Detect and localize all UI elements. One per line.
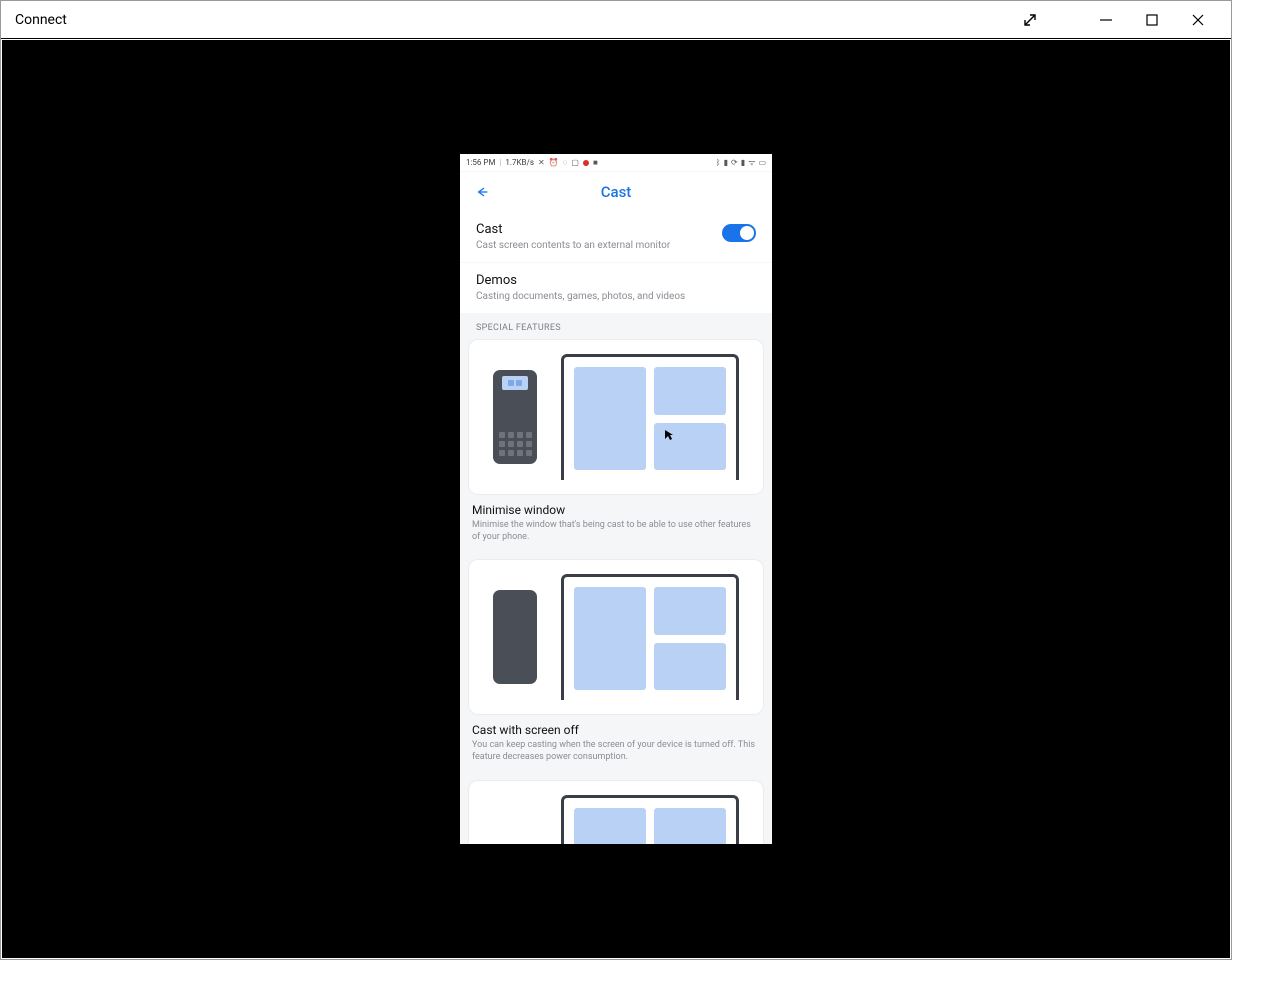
feature-card-third — [468, 780, 764, 844]
content-scroll[interactable]: Cast Cast screen contents to an external… — [460, 212, 772, 844]
expand-icon[interactable] — [1007, 2, 1053, 38]
cast-label: Cast — [476, 222, 712, 237]
alarm-icon: ⏰ — [549, 159, 559, 167]
record-icon — [583, 160, 589, 166]
feature-caption-minimise[interactable]: Minimise window Minimise the window that… — [460, 495, 772, 555]
mute-icon: ✕ — [538, 159, 545, 167]
battery-icon: ▭ — [758, 159, 766, 167]
demos-label: Demos — [476, 273, 746, 288]
wifi-icon: ᯤ — [748, 159, 755, 167]
minimise-desc: Minimise the window that's being cast to… — [472, 519, 760, 543]
titlebar[interactable]: Connect — [1, 1, 1231, 39]
feature-card-screen-off — [468, 559, 764, 715]
signal1-icon: ▮ — [724, 159, 728, 167]
page-title: Cast — [460, 183, 772, 201]
illus-phone-blank — [493, 590, 537, 684]
screen-off-desc: You can keep casting when the screen of … — [472, 739, 760, 763]
close-icon[interactable] — [1175, 2, 1221, 38]
window-title: Connect — [15, 12, 67, 28]
signal2-icon: ▮ — [741, 159, 745, 167]
illus-monitor — [561, 574, 739, 700]
cast-row[interactable]: Cast Cast screen contents to an external… — [460, 212, 772, 262]
screen-off-label: Cast with screen off — [472, 723, 760, 737]
cursor-icon — [664, 429, 674, 441]
status-time: 1:56 PM — [466, 158, 495, 167]
cast-toggle[interactable] — [722, 224, 756, 242]
feature-caption-screen-off[interactable]: Cast with screen off You can keep castin… — [460, 715, 772, 775]
cast-desc: Cast screen contents to an external moni… — [476, 239, 712, 252]
feature-card-minimise — [468, 339, 764, 495]
phone-screen: 1:56 PM | 1.7KB/s ✕ ⏰ ◌ ▢ ■ ᛒ ▮ ⟳ ▮ ᯤ ▭ — [460, 154, 772, 844]
minimise-label: Minimise window — [472, 503, 760, 517]
illus-monitor — [561, 795, 739, 844]
illus-monitor — [561, 354, 739, 480]
app-header: Cast — [460, 172, 772, 212]
status-net-speed: 1.7KB/s — [505, 158, 534, 167]
window-frame: Connect — [0, 0, 1232, 960]
demos-desc: Casting documents, games, photos, and vi… — [476, 290, 746, 303]
loop-icon: ⟳ — [731, 159, 738, 167]
status-bar: 1:56 PM | 1.7KB/s ✕ ⏰ ◌ ▢ ■ ᛒ ▮ ⟳ ▮ ᯤ ▭ — [460, 154, 772, 172]
illus-phone-keypad — [493, 370, 537, 464]
section-header: SPECIAL FEATURES — [460, 313, 772, 339]
video-icon: ■ — [593, 159, 598, 167]
demos-row[interactable]: Demos Casting documents, games, photos, … — [460, 262, 772, 313]
back-icon[interactable] — [470, 180, 494, 204]
minimize-icon[interactable] — [1083, 2, 1129, 38]
projection-stage: 1:56 PM | 1.7KB/s ✕ ⏰ ◌ ▢ ■ ᛒ ▮ ⟳ ▮ ᯤ ▭ — [2, 40, 1230, 958]
whatsapp-icon: ◌ — [563, 159, 568, 167]
maximize-icon[interactable] — [1129, 2, 1175, 38]
bluetooth-icon: ᛒ — [716, 159, 721, 167]
notif-icon: ▢ — [571, 159, 579, 167]
